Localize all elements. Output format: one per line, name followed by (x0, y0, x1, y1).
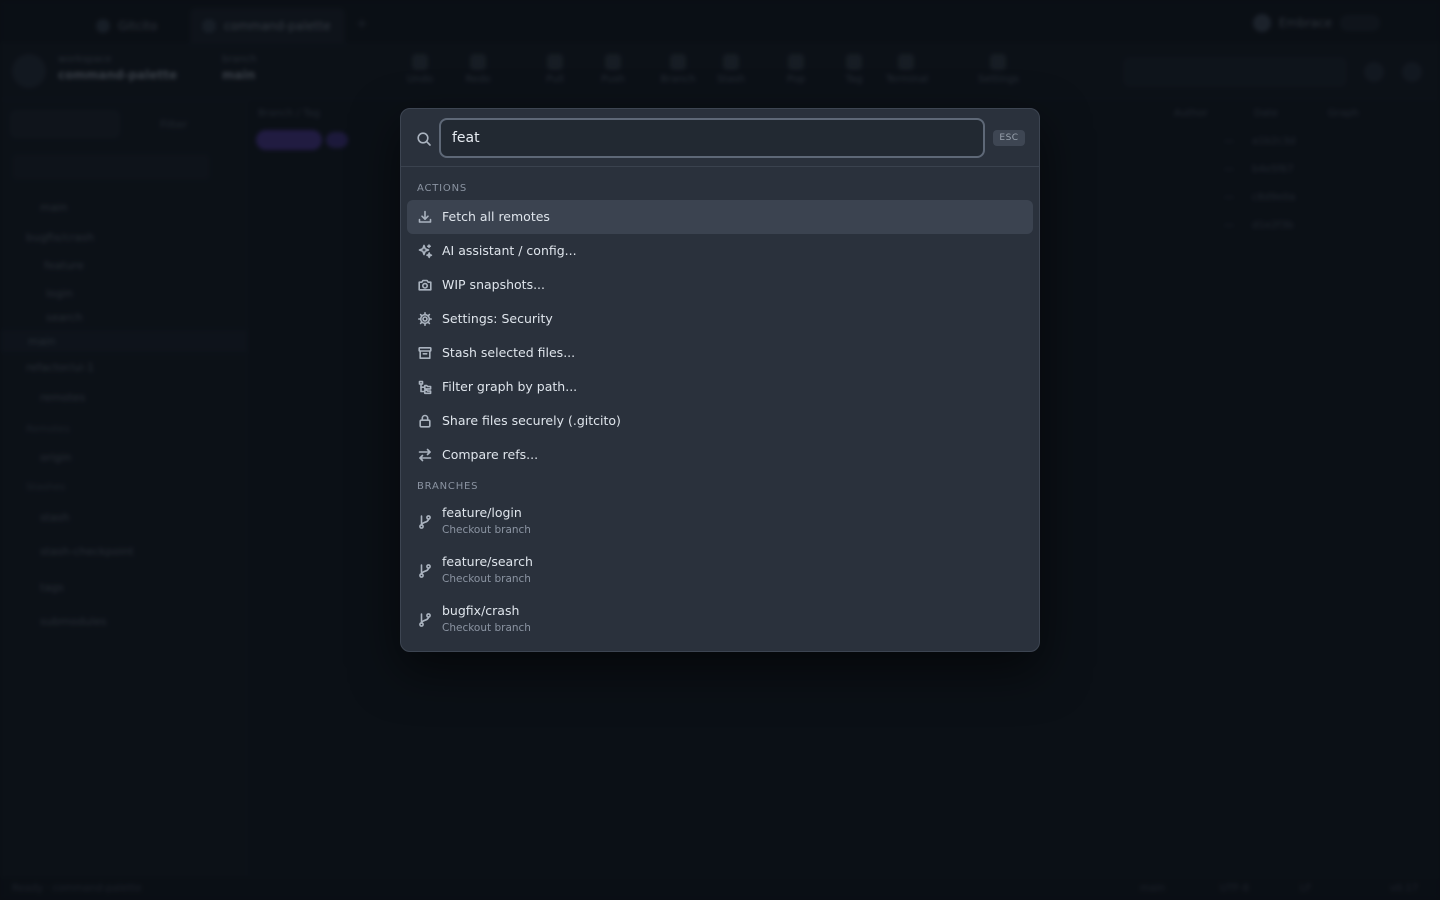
action-label: Settings: Security (442, 311, 553, 326)
branch-sublabel: Checkout branch (442, 524, 531, 536)
action-fetch-all-remotes[interactable]: Fetch all remotes (407, 200, 1033, 234)
git-branch-icon (417, 514, 433, 530)
branch-sublabel: Checkout branch (442, 622, 531, 634)
branch-label: feature/search (442, 554, 533, 569)
camera-icon (417, 277, 433, 293)
palette-header: ESC (401, 109, 1039, 167)
action-label: AI assistant / config... (442, 243, 577, 258)
arrows-swap-icon (417, 447, 433, 463)
action-ai-assistant[interactable]: AI assistant / config... (407, 234, 1033, 268)
search-icon (416, 131, 432, 147)
folder-tree-icon (417, 379, 433, 395)
action-compare-refs[interactable]: Compare refs... (407, 438, 1033, 472)
action-stash-selected-files[interactable]: Stash selected files... (407, 336, 1033, 370)
git-branch-icon (417, 612, 433, 628)
branch-label: bugfix/crash (442, 603, 520, 618)
branch-label: feature/login (442, 505, 522, 520)
action-label: Compare refs... (442, 447, 539, 462)
action-wip-snapshots[interactable]: WIP snapshots... (407, 268, 1033, 302)
archive-icon (417, 345, 433, 361)
section-header-actions: ACTIONS (417, 183, 468, 194)
action-settings-security[interactable]: Settings: Security (407, 302, 1033, 336)
branch-item-feature-login[interactable]: feature/login Checkout branch (407, 500, 1033, 544)
esc-key-hint[interactable]: ESC (993, 130, 1025, 146)
lock-icon (417, 413, 433, 429)
action-share-files-securely[interactable]: Share files securely (.gitcito) (407, 404, 1033, 438)
action-filter-graph-by-path[interactable]: Filter graph by path... (407, 370, 1033, 404)
section-header-branches: BRANCHES (417, 481, 479, 492)
action-label: Share files securely (.gitcito) (442, 413, 621, 428)
branch-item-bugfix-crash[interactable]: bugfix/crash Checkout branch (407, 598, 1033, 642)
git-branch-icon (417, 563, 433, 579)
branch-sublabel: Checkout branch (442, 573, 531, 585)
sparkle-icon (417, 243, 433, 259)
branch-item-feature-search[interactable]: feature/search Checkout branch (407, 549, 1033, 593)
action-label: Filter graph by path... (442, 379, 578, 394)
palette-search-input[interactable] (439, 118, 985, 158)
action-label: WIP snapshots... (442, 277, 546, 292)
command-palette: ESC ACTIONS Fetch all remotes AI assista… (400, 108, 1040, 652)
action-label: Stash selected files... (442, 345, 576, 360)
gear-icon (417, 311, 433, 327)
action-label: Fetch all remotes (442, 209, 550, 224)
download-icon (417, 209, 433, 225)
